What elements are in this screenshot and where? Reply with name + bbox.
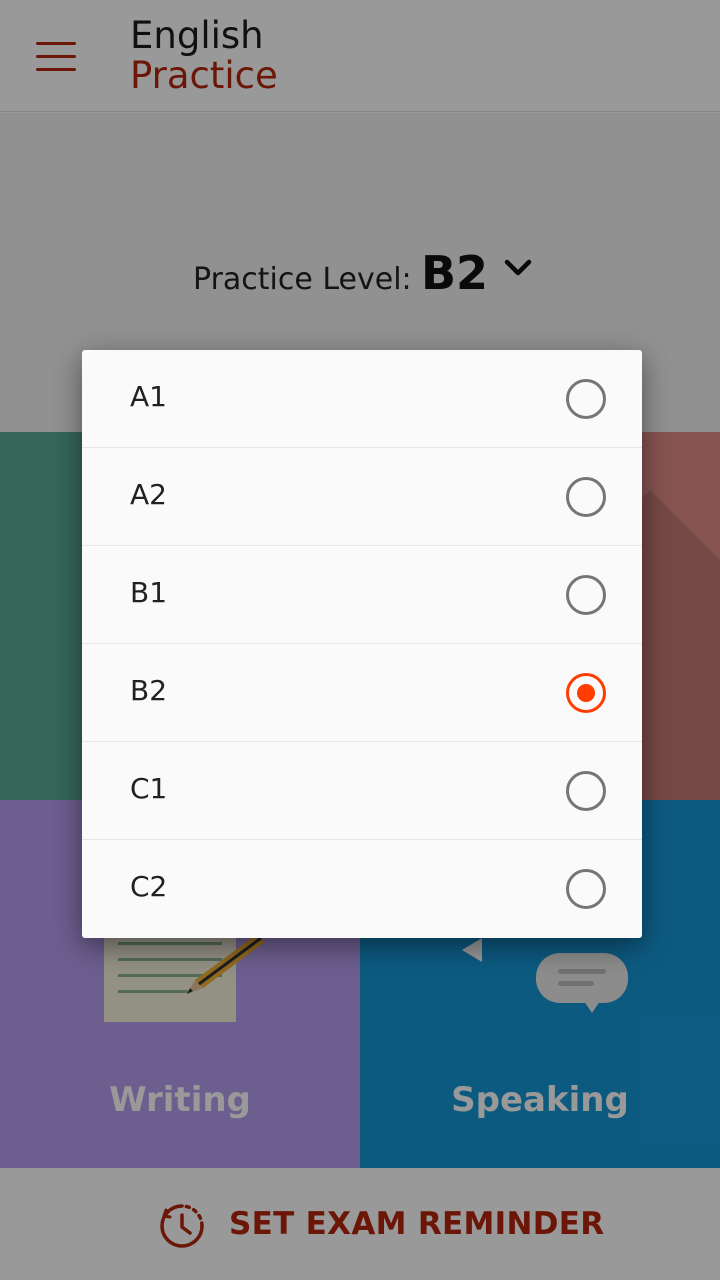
level-picker-dialog: A1 A2 B1 B2 C1 C2 [82, 350, 642, 938]
radio-button[interactable] [566, 771, 606, 811]
level-option-b2[interactable]: B2 [82, 644, 642, 742]
level-option-c1[interactable]: C1 [82, 742, 642, 840]
level-option-label: A1 [130, 380, 167, 413]
level-option-a1[interactable]: A1 [82, 350, 642, 448]
level-option-c2[interactable]: C2 [82, 840, 642, 938]
radio-button[interactable] [566, 477, 606, 517]
level-option-a2[interactable]: A2 [82, 448, 642, 546]
radio-button[interactable] [566, 575, 606, 615]
level-option-b1[interactable]: B1 [82, 546, 642, 644]
radio-button[interactable] [566, 869, 606, 909]
level-option-label: A2 [130, 478, 167, 511]
level-option-label: B2 [130, 674, 168, 707]
level-option-label: B1 [130, 576, 168, 609]
radio-selected-dot [577, 684, 595, 702]
radio-button[interactable] [566, 379, 606, 419]
level-option-label: C2 [130, 870, 168, 903]
radio-button-selected[interactable] [566, 673, 606, 713]
level-option-label: C1 [130, 772, 168, 805]
